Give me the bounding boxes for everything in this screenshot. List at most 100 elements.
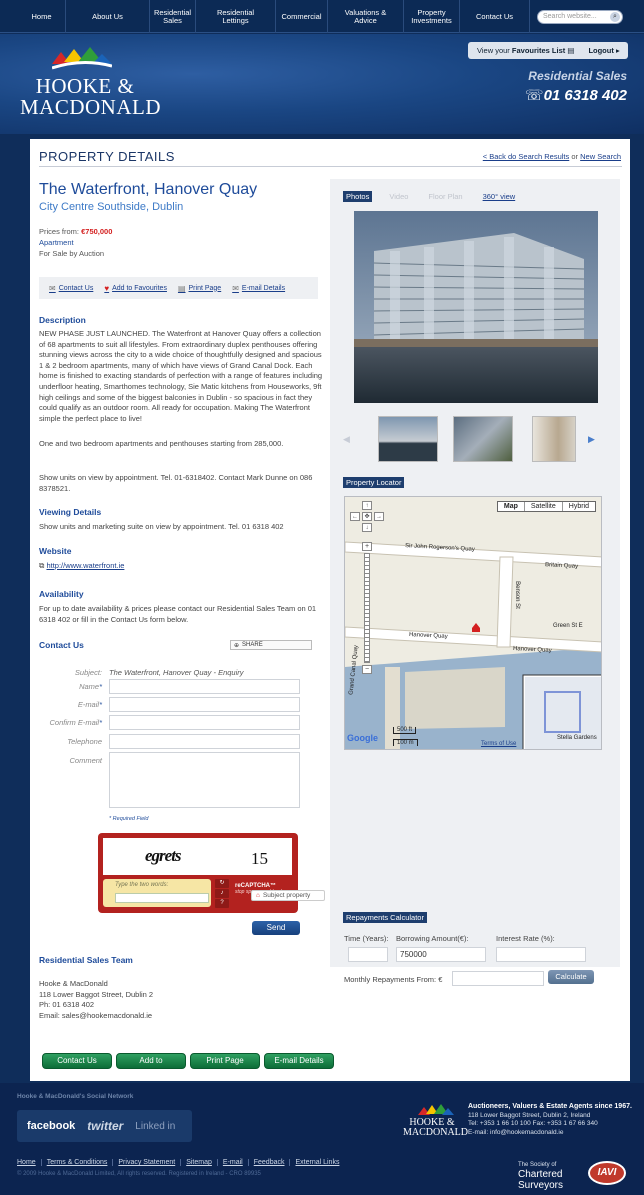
new-search-link[interactable]: New Search	[580, 152, 621, 161]
add-favourites-button[interactable]: Add to Favourites	[116, 1053, 186, 1079]
viewing-heading: Viewing Details	[39, 507, 102, 517]
company-logo[interactable]: HOOKE & MACDONALD	[20, 76, 161, 118]
twitter-link[interactable]: twitter	[87, 1119, 123, 1133]
zoom-in-icon[interactable]: +	[362, 542, 372, 551]
iavi-logo[interactable]: IAVI	[588, 1161, 626, 1185]
time-input[interactable]	[348, 947, 388, 962]
contact-us-action[interactable]: ✉ Contact Us	[49, 284, 93, 293]
linkedin-link[interactable]: Linked in	[135, 1121, 175, 1132]
logout-link[interactable]: Logout	[588, 46, 613, 55]
nav-valuations-advice[interactable]: Valuations & Advice	[328, 0, 404, 33]
footer-link-email[interactable]: E-mail	[216, 1159, 248, 1166]
footer-link-home[interactable]: Home	[17, 1159, 41, 1166]
email-label: E-mail*	[77, 700, 102, 709]
pan-center-icon[interactable]: ✥	[362, 512, 372, 521]
share-button[interactable]: ⊕ SHARE	[230, 640, 312, 650]
search-placeholder: Search website...	[543, 13, 597, 20]
phone-icon: ☏	[524, 87, 544, 104]
terms-of-use-link[interactable]: Terms of Use	[481, 741, 516, 747]
print-page-button[interactable]: Print Page	[190, 1053, 260, 1069]
thumbnail-2[interactable]	[453, 416, 513, 462]
map-type-satellite[interactable]: Satellite	[523, 502, 562, 511]
facebook-link[interactable]: facebook	[27, 1120, 75, 1132]
zoom-control[interactable]: + −	[362, 542, 372, 677]
email-details-action[interactable]: ✉ E-mail Details	[232, 284, 285, 293]
time-label: Time (Years):	[344, 934, 389, 943]
footer-link-external[interactable]: External Links	[289, 1159, 344, 1166]
tab-video[interactable]: Video	[386, 191, 411, 202]
nav-commercial[interactable]: Commercial	[276, 0, 328, 33]
property-map[interactable]: Map Satellite Hybrid ↑ ← ✥ → ↓ + − Sir J…	[344, 496, 602, 750]
favourites-link[interactable]: Favourites List	[512, 46, 565, 55]
nav-property-investments[interactable]: Property Investments	[404, 0, 460, 33]
website-link[interactable]: http://www.waterfront.ie	[46, 561, 124, 570]
prev-arrow-icon[interactable]: ◀	[343, 434, 350, 445]
calculate-button[interactable]: Calculate	[548, 970, 594, 984]
monthly-output	[452, 971, 544, 986]
footer-logo[interactable]: HOOKE & MACDONALD	[403, 1118, 468, 1138]
thumbnail-1[interactable]	[378, 416, 438, 462]
action-bar: ✉ Contact Us ♥ Add to Favourites ▤ Print Pa…	[39, 277, 318, 299]
nav-about-us[interactable]: About Us	[66, 0, 150, 33]
email-field[interactable]	[109, 697, 300, 712]
nav-residential-lettings[interactable]: Residential Lettings	[196, 0, 276, 33]
scale-ft: 500 ft	[393, 727, 417, 734]
page-title: PROPERTY DETAILS	[39, 149, 175, 164]
telephone-field[interactable]	[109, 734, 300, 749]
comment-field[interactable]	[109, 752, 300, 808]
captcha-input[interactable]	[115, 893, 209, 903]
footer-link-sitemap[interactable]: Sitemap	[180, 1159, 217, 1166]
amount-input[interactable]: 750000	[396, 947, 486, 962]
print-page-action[interactable]: ▤ Print Page	[178, 284, 221, 293]
email-details-button[interactable]: E-mail Details	[264, 1053, 334, 1069]
map-pan-control[interactable]: ↑ ← ✥ → ↓	[349, 501, 385, 532]
pan-right-icon[interactable]: →	[374, 512, 384, 521]
back-to-results-link[interactable]: < Back do Search Results	[483, 152, 570, 161]
confirm-email-field[interactable]	[109, 715, 300, 730]
sale-type: For Sale by Auction	[39, 249, 105, 258]
name-field[interactable]	[109, 679, 300, 694]
map-type-toggle: Map Satellite Hybrid	[496, 501, 596, 512]
tab-floor-plan[interactable]: Floor Plan	[425, 191, 465, 202]
next-arrow-icon[interactable]: ▶	[588, 434, 595, 445]
external-link-icon: ⧉	[39, 561, 45, 570]
pan-up-icon[interactable]: ↑	[362, 501, 372, 510]
send-button[interactable]: Send	[252, 921, 300, 935]
envelope-icon: ✉	[232, 283, 239, 293]
footer-link-feedback[interactable]: Feedback	[247, 1159, 290, 1166]
nav-residential-sales[interactable]: Residential Sales	[150, 0, 196, 33]
chartered-surveyors-logo[interactable]: The Society of Chartered Surveyors	[518, 1161, 576, 1192]
name-label: Name*	[79, 682, 102, 691]
nav-home[interactable]: Home	[18, 0, 66, 33]
nav-contact-us[interactable]: Contact Us	[460, 0, 530, 33]
contact-heading: Contact Us	[39, 640, 84, 650]
main-photo[interactable]	[354, 211, 598, 403]
tab-photos[interactable]: Photos	[343, 191, 373, 202]
footer-link-privacy[interactable]: Privacy Statement	[112, 1159, 180, 1166]
contact-us-button[interactable]: Contact Us	[42, 1053, 112, 1069]
pan-down-icon[interactable]: ↓	[362, 523, 372, 532]
breadcrumb: < Back do Search Results or New Search	[482, 152, 621, 161]
pan-left-icon[interactable]: ←	[350, 512, 360, 521]
price-value: €750,000	[81, 227, 113, 236]
search-input[interactable]: Search website... ⌕	[537, 10, 623, 24]
tab-360-view[interactable]: 360° view	[480, 191, 519, 202]
add-favourites-action[interactable]: ♥ Add to Favourites	[104, 284, 167, 293]
map-type-map[interactable]: Map	[498, 502, 524, 511]
telephone-label: Telephone	[67, 737, 102, 746]
refresh-icon[interactable]: ↻	[215, 879, 229, 888]
thumbnail-3[interactable]	[532, 416, 576, 462]
viewing-text: Show units and marketing suite on view b…	[39, 522, 284, 531]
google-logo: Google	[347, 733, 378, 743]
zoom-out-icon[interactable]: −	[362, 665, 372, 674]
street-label: Benson St	[513, 581, 520, 609]
favourites-icon: ▤	[567, 46, 575, 55]
search-icon[interactable]: ⌕	[610, 12, 620, 22]
rate-input[interactable]	[496, 947, 586, 962]
confirm-email-label: Confirm E-mail*	[49, 718, 102, 727]
help-icon[interactable]: ?	[215, 899, 229, 908]
map-type-hybrid[interactable]: Hybrid	[561, 502, 595, 511]
audio-icon[interactable]: ♪	[215, 889, 229, 898]
footer-link-terms[interactable]: Terms & Conditions	[40, 1159, 113, 1166]
zoom-slider[interactable]	[364, 553, 370, 663]
